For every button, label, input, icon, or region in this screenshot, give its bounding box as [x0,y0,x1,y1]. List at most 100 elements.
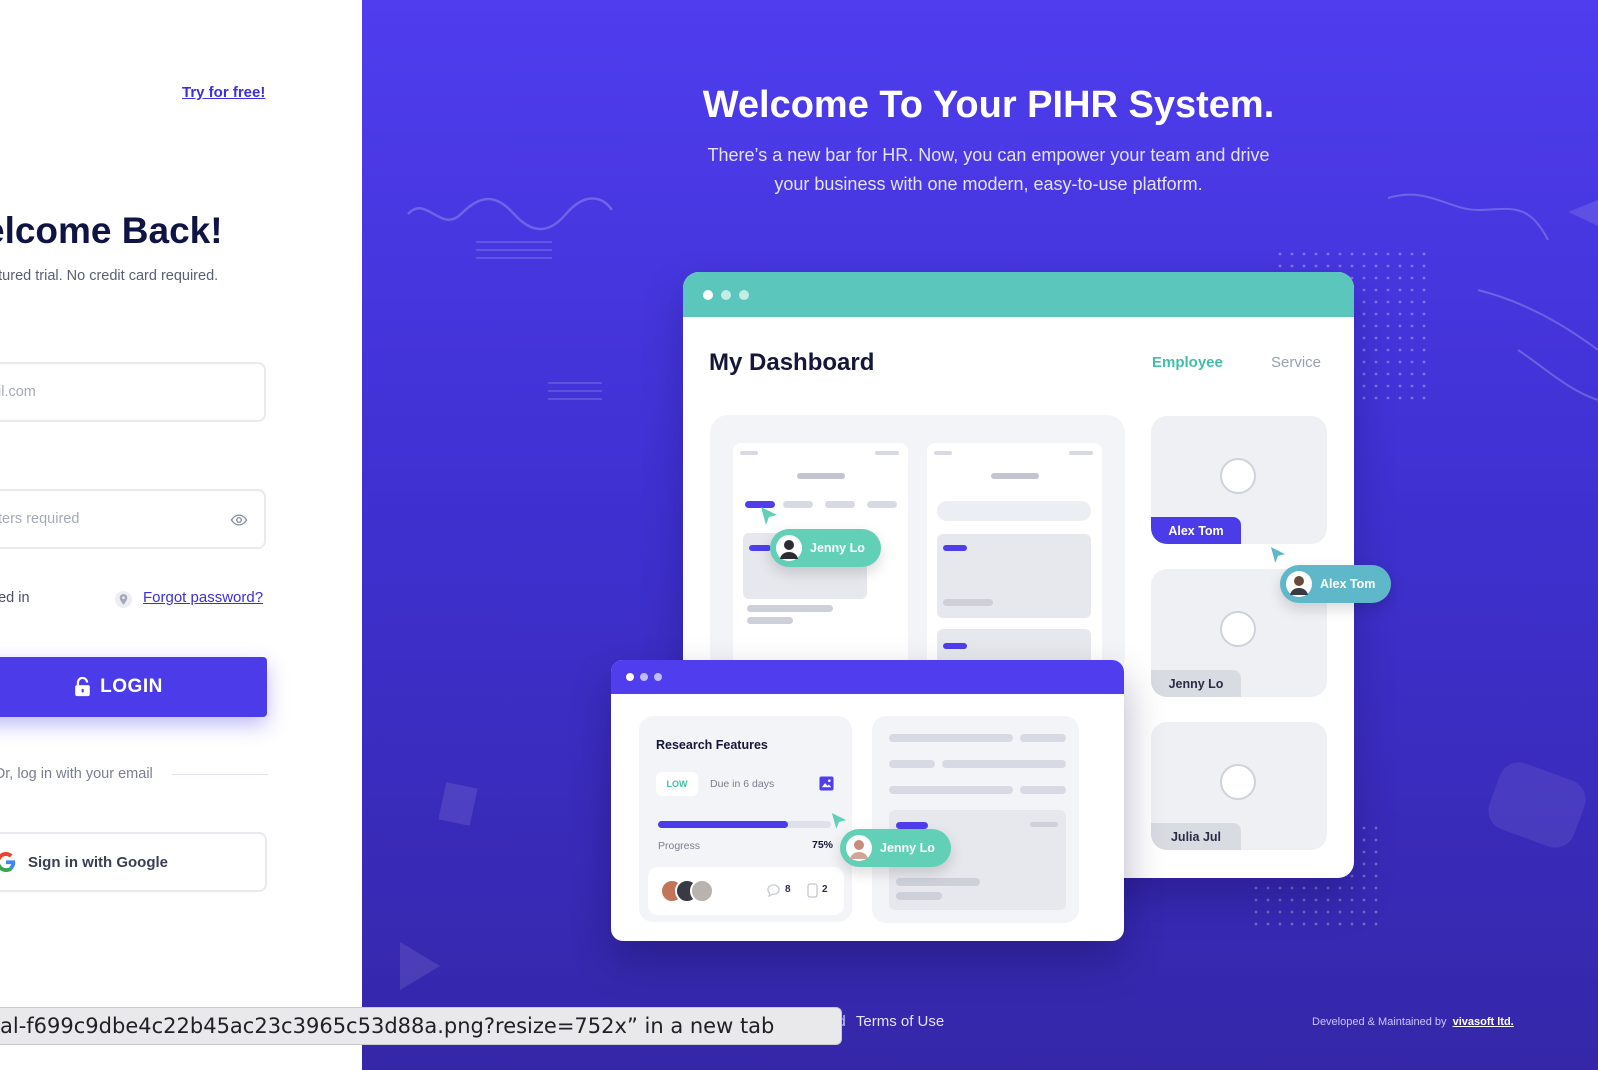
mini-bar [749,545,771,551]
employee-card: Alex Tom [1151,416,1327,544]
window-dot [703,289,713,300]
vivasoft-link[interactable]: vivasoft ltd. [1453,1016,1514,1028]
user-tag-jenny: Jenny Lo [770,529,881,567]
mini-bar [943,643,967,649]
mini-bar [934,451,952,455]
footer-developer: Developed & Maintained by vivasoft ltd. [1312,1016,1514,1028]
mini-bar [875,451,899,455]
try-for-free-link[interactable]: Try for free! [182,84,265,101]
cursor-icon [831,813,847,829]
google-button-label: Sign in with Google [28,853,168,871]
window-dot [654,673,662,681]
research-window: Research Features LOW Due in 6 days Prog… [611,660,1124,941]
decorative-lines [548,382,602,400]
forgot-password-link[interactable]: Forgot password? [143,589,263,606]
research-title: Research Features [656,738,768,752]
terms-of-use-link[interactable]: Terms of Use [856,1013,944,1030]
avatar-placeholder [1220,611,1256,647]
hero-panel: Welcome To Your PIHR System. There’s a n… [362,0,1598,1070]
employee-name: Alex Tom [1151,517,1241,544]
decorative-triangle [400,942,440,990]
avatar [690,879,714,903]
tab-employee: Employee [1152,354,1223,371]
decorative-square [438,782,478,826]
developed-by-text: Developed & Maintained by [1312,1016,1447,1028]
mini-bar [1020,786,1066,794]
cursor-icon [1270,547,1286,563]
hero-title: Welcome To Your PIHR System. [702,84,1275,126]
research-footer: 8 2 [648,867,844,915]
divider-line [172,774,268,775]
login-panel: Try for free! elcome Back! featured tria… [0,0,362,1070]
mini-bar [747,617,793,624]
email-field[interactable] [0,362,266,422]
login-title: elcome Back! [0,210,223,251]
login-button[interactable]: LOGIN [0,657,267,717]
research-side-panel [872,716,1079,923]
mini-bar [747,605,833,612]
image-icon [819,776,834,791]
comment-icon [767,884,780,897]
avatar [1286,571,1312,597]
avatar-placeholder [1220,458,1256,494]
user-tag-label: Alex Tom [1320,577,1376,591]
priority-badge: LOW [656,772,698,796]
avatar [846,835,872,861]
user-tag-label: Jenny Lo [810,541,865,555]
mini-bar [991,473,1039,479]
mini-bar [797,473,845,479]
avatar [776,535,802,561]
window-dot [626,673,634,681]
mini-bar [896,822,928,829]
mini-screen-2 [927,443,1102,675]
password-input[interactable] [0,491,264,547]
google-icon [0,852,16,872]
password-field[interactable] [0,489,266,549]
assignee-avatars [660,879,714,903]
mini-bar [867,501,897,508]
user-tag-label: Jenny Lo [880,841,935,855]
mini-bar [1020,734,1066,742]
cursor-icon [761,507,777,525]
due-date: Due in 6 days [710,778,775,790]
research-card: Research Features LOW Due in 6 days Prog… [639,716,852,922]
mini-bar [1030,822,1058,827]
employee-card: Julia Jul [1151,722,1327,850]
mini-bar [1069,451,1093,455]
window-dot [721,289,731,300]
email-input[interactable] [0,364,264,420]
decorative-shape [1482,756,1592,854]
dashboard-title: My Dashboard [709,349,875,376]
divider-text: Or, log in with your email [0,766,153,782]
progress-fill [658,821,788,828]
lock-icon [75,677,90,697]
mini-bar [943,545,967,551]
progress-bar [658,821,831,828]
attachment-count: 2 [822,884,828,895]
remember-me-label[interactable]: ned in [0,590,30,606]
footer-links: nd Terms of Use [829,1013,944,1030]
avatar-placeholder [1220,764,1256,800]
mini-search [937,501,1091,521]
google-sign-in-button[interactable]: Sign in with Google [0,832,267,892]
attachment-icon [807,883,818,898]
hero-subtitle-line-1: There’s a new bar for HR. Now, you can e… [707,145,1270,165]
user-tag-alex: Alex Tom [1280,565,1392,603]
mini-bar [740,451,758,455]
mini-bar [896,878,980,886]
login-subtitle: featured trial. No credit card required. [0,268,219,284]
tab-service: Service [1271,354,1322,371]
mini-bar [943,599,993,606]
mini-bar [889,734,1013,742]
progress-label: Progress [658,840,701,852]
mini-bar [825,501,855,508]
mini-bar [942,760,1066,768]
mini-bar [783,501,813,508]
browser-status-bar: al-f699c9dbe4c22b45ac23c3965c53d88a.png?… [0,1007,842,1045]
login-button-label: LOGIN [100,676,163,697]
eye-icon[interactable] [230,511,248,529]
window-dot [739,289,749,300]
employee-name: Jenny Lo [1151,670,1241,697]
dashboard-titlebar [683,272,1354,317]
user-tag-jenny-2: Jenny Lo [840,829,951,867]
